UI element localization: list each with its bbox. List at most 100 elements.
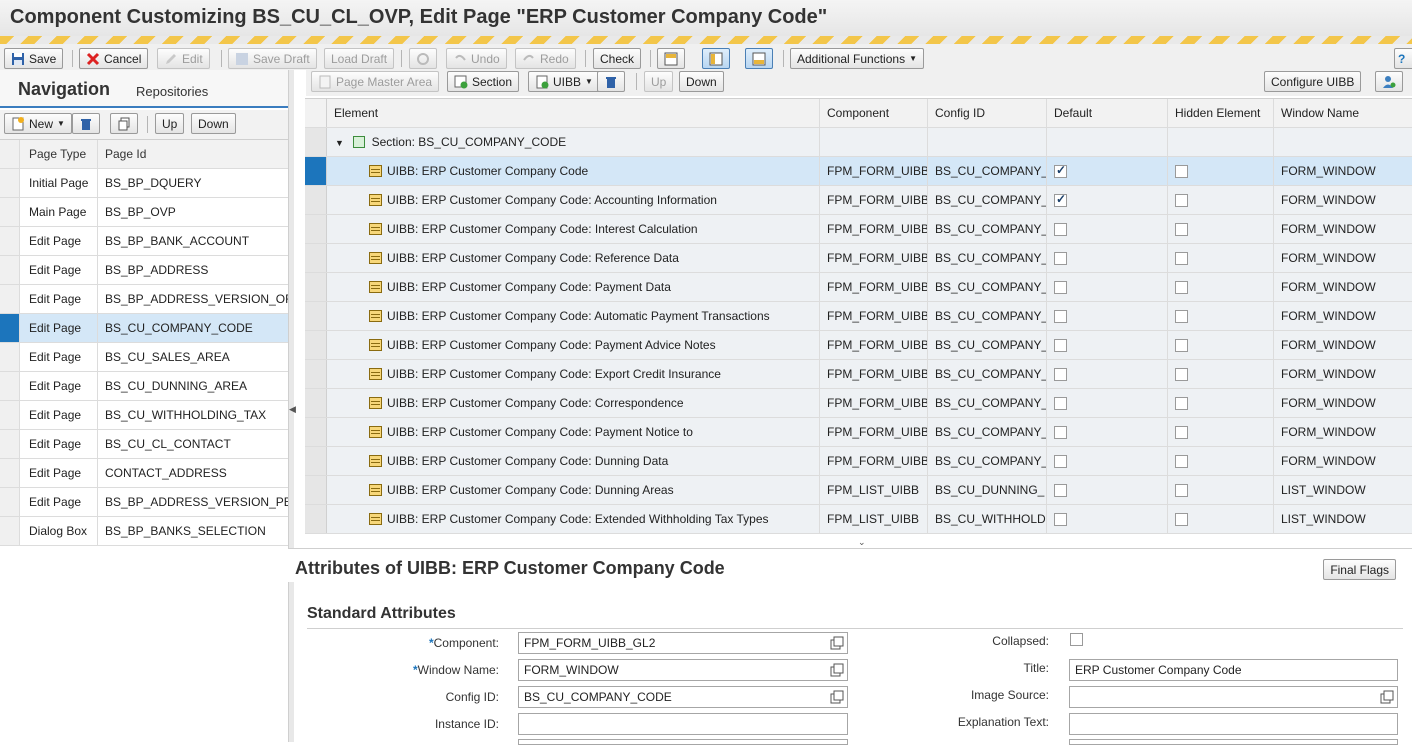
hidden-element-checkbox[interactable]	[1175, 194, 1188, 207]
table-row[interactable]: UIBB: ERP Customer Company Code: Extende…	[305, 505, 1412, 534]
next-field[interactable]	[1069, 739, 1398, 745]
copy-page-button[interactable]	[110, 113, 138, 134]
default-checkbox[interactable]	[1054, 426, 1067, 439]
column-header-config-id[interactable]: Config ID	[928, 99, 1047, 127]
delete-page-button[interactable]	[72, 113, 100, 134]
column-header-element[interactable]: Element	[327, 99, 820, 127]
table-row[interactable]: Edit Page BS_CU_SALES_AREA	[0, 343, 288, 372]
value-help-icon[interactable]	[830, 690, 844, 704]
panel-splitter[interactable]: ◀	[288, 70, 296, 742]
hidden-element-checkbox[interactable]	[1175, 513, 1188, 526]
table-row[interactable]: UIBB: ERP Customer Company Code: Corresp…	[305, 389, 1412, 418]
title-field[interactable]: ERP Customer Company Code	[1069, 659, 1398, 681]
config-id-field[interactable]: BS_CU_COMPANY_CODE	[518, 686, 848, 708]
table-row[interactable]: UIBB: ERP Customer Company Code: Automat…	[305, 302, 1412, 331]
hidden-element-checkbox[interactable]	[1175, 368, 1188, 381]
table-row[interactable]: Edit Page BS_BP_ADDRESS_VERSION_PE	[0, 488, 288, 517]
save-draft-button[interactable]: Save Draft	[228, 48, 317, 69]
instance-id-field[interactable]	[518, 713, 848, 735]
table-row[interactable]: Edit Page BS_BP_ADDRESS	[0, 256, 288, 285]
additional-functions-button[interactable]: Additional Functions ▼	[790, 48, 924, 69]
hidden-element-checkbox[interactable]	[1175, 310, 1188, 323]
help-button[interactable]: ?	[1394, 48, 1412, 69]
table-row[interactable]: Edit Page CONTACT_ADDRESS	[0, 459, 288, 488]
tab-navigation[interactable]: Navigation	[18, 79, 110, 100]
element-up-button[interactable]: Up	[644, 71, 674, 92]
page-master-area-button[interactable]: Page Master Area	[311, 71, 440, 92]
table-row[interactable]: UIBB: ERP Customer Company Code: Dunning…	[305, 476, 1412, 505]
table-row[interactable]: Edit Page BS_CU_WITHHOLDING_TAX	[0, 401, 288, 430]
save-button[interactable]: Save	[4, 48, 64, 69]
refresh-button[interactable]	[409, 48, 437, 69]
check-button[interactable]: Check	[593, 48, 642, 69]
table-row[interactable]: UIBB: ERP Customer Company Code: Account…	[305, 186, 1412, 215]
hidden-element-checkbox[interactable]	[1175, 397, 1188, 410]
table-row[interactable]: Edit Page BS_CU_DUNNING_AREA	[0, 372, 288, 401]
hidden-element-checkbox[interactable]	[1175, 484, 1188, 497]
column-header-component[interactable]: Component	[820, 99, 928, 127]
cancel-button[interactable]: Cancel	[79, 48, 149, 69]
layout-top-button[interactable]	[657, 48, 685, 69]
table-row[interactable]: Initial Page BS_BP_DQUERY	[0, 169, 288, 198]
element-down-button[interactable]: Down	[679, 71, 724, 92]
table-row[interactable]: UIBB: ERP Customer Company Code: Payment…	[305, 418, 1412, 447]
hidden-element-checkbox[interactable]	[1175, 455, 1188, 468]
default-checkbox[interactable]	[1054, 484, 1067, 497]
table-row[interactable]: Dialog Box BS_BP_BANKS_SELECTION	[0, 517, 288, 546]
default-checkbox[interactable]	[1054, 513, 1067, 526]
explanation-text-field[interactable]	[1069, 713, 1398, 735]
edit-button[interactable]: Edit	[157, 48, 210, 69]
table-row-selected[interactable]: UIBB: ERP Customer Company Code FPM_FORM_…	[305, 157, 1412, 186]
default-checkbox[interactable]	[1054, 339, 1067, 352]
hidden-element-checkbox[interactable]	[1175, 165, 1188, 178]
new-page-button[interactable]: New ▼	[4, 113, 72, 134]
table-row[interactable]: Edit Page BS_CU_CL_CONTACT	[0, 430, 288, 459]
section-row[interactable]: ▼ Section: BS_CU_COMPANY_CODE	[305, 128, 1412, 157]
table-row[interactable]: UIBB: ERP Customer Company Code: Export …	[305, 360, 1412, 389]
tab-repositories[interactable]: Repositories	[136, 84, 208, 99]
redo-button[interactable]: Redo	[515, 48, 576, 69]
column-header-page-id[interactable]: Page Id	[98, 140, 288, 168]
load-draft-button[interactable]: Load Draft	[324, 48, 395, 69]
hidden-element-checkbox[interactable]	[1175, 223, 1188, 236]
column-header-default[interactable]: Default	[1047, 99, 1168, 127]
column-header-page-type[interactable]: Page Type	[20, 140, 98, 168]
personalize-button[interactable]	[1375, 71, 1403, 92]
layout-bottom-button[interactable]	[745, 48, 773, 69]
collapsed-checkbox[interactable]	[1070, 633, 1083, 646]
component-field[interactable]: FPM_FORM_UIBB_GL2	[518, 632, 848, 654]
delete-element-button[interactable]	[597, 71, 625, 92]
column-header-window-name[interactable]: Window Name	[1274, 99, 1412, 127]
collapse-left-icon[interactable]: ◀	[289, 404, 296, 415]
default-checkbox[interactable]	[1054, 223, 1067, 236]
table-row[interactable]: UIBB: ERP Customer Company Code: Interes…	[305, 215, 1412, 244]
default-checkbox[interactable]	[1054, 163, 1067, 178]
default-checkbox[interactable]	[1054, 455, 1067, 468]
default-checkbox[interactable]	[1054, 310, 1067, 323]
default-checkbox[interactable]	[1054, 397, 1067, 410]
window-name-field[interactable]: FORM_WINDOW	[518, 659, 848, 681]
undo-button[interactable]: Undo	[446, 48, 507, 69]
value-help-icon[interactable]	[830, 663, 844, 677]
value-help-icon[interactable]	[1380, 690, 1394, 704]
table-row[interactable]: Edit Page BS_BP_BANK_ACCOUNT	[0, 227, 288, 256]
next-field[interactable]	[518, 739, 848, 745]
table-row[interactable]: UIBB: ERP Customer Company Code: Payment…	[305, 331, 1412, 360]
table-row[interactable]: UIBB: ERP Customer Company Code: Referen…	[305, 244, 1412, 273]
add-section-button[interactable]: Section	[447, 71, 520, 92]
default-checkbox[interactable]	[1054, 368, 1067, 381]
hidden-element-checkbox[interactable]	[1175, 281, 1188, 294]
table-row[interactable]: UIBB: ERP Customer Company Code: Dunning…	[305, 447, 1412, 476]
image-source-field[interactable]	[1069, 686, 1398, 708]
default-checkbox[interactable]	[1054, 281, 1067, 294]
page-up-button[interactable]: Up	[155, 113, 185, 134]
page-down-button[interactable]: Down	[191, 113, 236, 134]
hidden-element-checkbox[interactable]	[1175, 339, 1188, 352]
add-uibb-button[interactable]: UIBB ▼	[528, 71, 600, 92]
collapse-grid-icon[interactable]: ⌄	[858, 537, 866, 548]
default-checkbox[interactable]	[1054, 252, 1067, 265]
table-row[interactable]: UIBB: ERP Customer Company Code: Payment…	[305, 273, 1412, 302]
default-checkbox[interactable]	[1054, 192, 1067, 207]
hidden-element-checkbox[interactable]	[1175, 252, 1188, 265]
select-all-icon[interactable]	[305, 99, 327, 127]
